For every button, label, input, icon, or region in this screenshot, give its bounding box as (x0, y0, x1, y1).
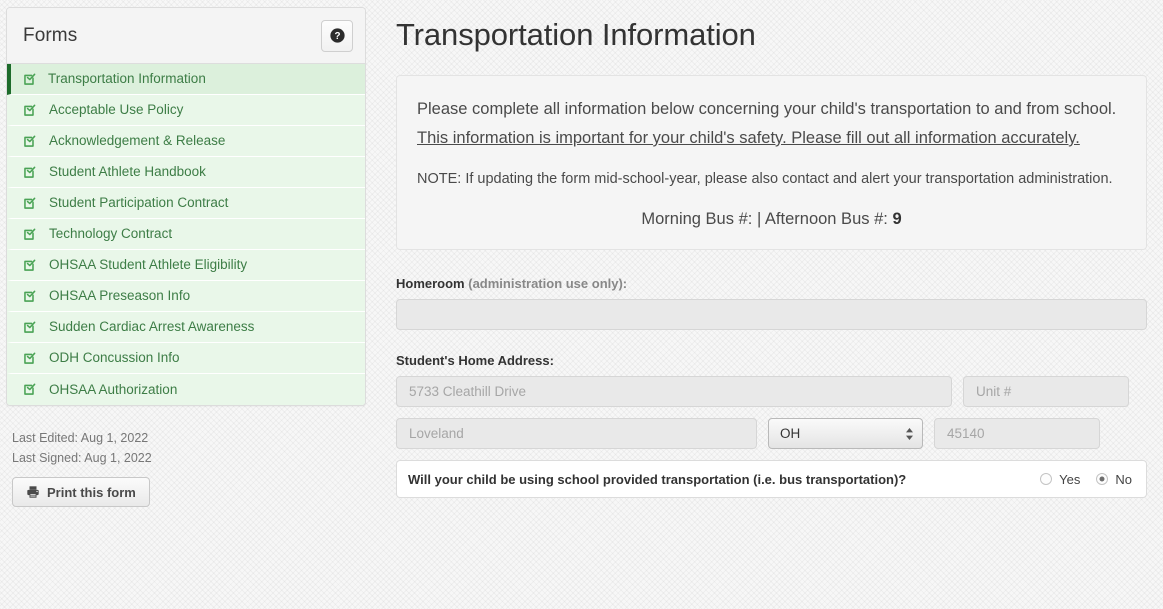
instructions-panel: Please complete all information below co… (396, 75, 1147, 250)
sidebar-item-label: Acceptable Use Policy (49, 102, 184, 118)
sidebar-item[interactable]: Acceptable Use Policy (7, 95, 365, 126)
sidebar-item-label: OHSAA Preseason Info (49, 288, 191, 304)
main-content: Transportation Information Please comple… (380, 0, 1163, 498)
radio-option-yes[interactable]: Yes (1040, 472, 1080, 487)
address-row-city-state-zip: OH (396, 418, 1147, 449)
bus-numbers-line: Morning Bus #: | Afternoon Bus #: 9 (417, 210, 1126, 229)
check-square-icon (24, 290, 36, 302)
state-select-wrapper: OH (768, 418, 923, 449)
sidebar: Forms ? Transportation Information Accept… (0, 0, 380, 507)
last-edited-text: Last Edited: Aug 1, 2022 (12, 431, 149, 445)
check-square-icon (24, 352, 36, 364)
instructions-lead-text: Please complete all information below co… (417, 100, 1117, 118)
check-square-icon (24, 259, 36, 271)
street-address-input[interactable] (396, 376, 952, 407)
check-square-icon (24, 166, 36, 178)
transportation-radio-group: Yes No (1040, 472, 1132, 487)
check-square-icon (24, 197, 36, 209)
sidebar-item[interactable]: Transportation Information (7, 64, 365, 95)
sidebar-item[interactable]: Sudden Cardiac Arrest Awareness (7, 312, 365, 343)
homeroom-input[interactable] (396, 299, 1147, 330)
zip-code-input[interactable] (934, 418, 1100, 449)
afternoon-bus-value: 9 (892, 210, 902, 228)
sidebar-item[interactable]: OHSAA Preseason Info (7, 281, 365, 312)
sidebar-item[interactable]: ODH Concussion Info (7, 343, 365, 374)
help-button[interactable]: ? (321, 19, 353, 52)
instructions-emphasis-text: This information is important for your c… (417, 129, 1080, 147)
sidebar-item[interactable]: Student Athlete Handbook (7, 157, 365, 188)
forms-panel-title: Forms (23, 24, 78, 46)
sidebar-item-label: Student Participation Contract (49, 195, 229, 211)
sidebar-item[interactable]: OHSAA Student Athlete Eligibility (7, 250, 365, 281)
last-signed-text: Last Signed: Aug 1, 2022 (12, 451, 152, 465)
sidebar-item-label: Acknowledgement & Release (49, 133, 226, 149)
city-input[interactable] (396, 418, 757, 449)
homeroom-label-muted: (administration use only): (464, 276, 628, 291)
radio-option-no[interactable]: No (1096, 472, 1132, 487)
radio-label: Yes (1059, 471, 1081, 487)
check-square-icon (24, 73, 36, 85)
instructions-paragraph: Please complete all information below co… (417, 95, 1126, 153)
address-label: Student's Home Address: (396, 353, 554, 368)
svg-text:?: ? (334, 31, 340, 42)
state-select[interactable]: OH (768, 418, 923, 449)
afternoon-bus-label: Afternoon Bus #: (764, 210, 888, 228)
radio-indicator[interactable] (1040, 473, 1053, 485)
sidebar-item[interactable]: OHSAA Authorization (7, 374, 365, 405)
address-field-group: Student's Home Address: OH (396, 353, 1147, 449)
print-form-label: Print this form (47, 484, 136, 500)
form-meta: Last Edited: Aug 1, 2022 Last Signed: Au… (6, 406, 380, 507)
forms-panel-header: Forms ? (7, 8, 365, 64)
page-title: Transportation Information (396, 17, 756, 52)
transportation-question-row: Will your child be using school provided… (396, 460, 1147, 498)
sidebar-item-label: Transportation Information (48, 71, 206, 87)
homeroom-field-group: Homeroom (administration use only): (396, 276, 1147, 330)
homeroom-label: Homeroom (administration use only): (396, 276, 1147, 291)
printer-icon (27, 486, 39, 498)
check-square-icon (24, 228, 36, 240)
sidebar-item-label: Technology Contract (49, 226, 173, 242)
homeroom-label-strong: Homeroom (396, 276, 465, 291)
app-root: Forms ? Transportation Information Accept… (0, 0, 1163, 609)
radio-label: No (1115, 471, 1132, 487)
sidebar-item-label: OHSAA Student Athlete Eligibility (49, 257, 248, 273)
transportation-question-text: Will your child be using school provided… (408, 471, 907, 487)
bus-separator: | (756, 210, 762, 228)
forms-list: Transportation Information Acceptable Use… (7, 64, 365, 405)
check-square-icon (24, 321, 36, 333)
instructions-note: NOTE: If updating the form mid-school-ye… (417, 171, 1113, 187)
check-square-icon (24, 383, 36, 395)
sidebar-item-label: Student Athlete Handbook (49, 164, 206, 180)
print-form-button[interactable]: Print this form (12, 477, 150, 507)
sidebar-item-label: ODH Concussion Info (49, 350, 180, 366)
radio-indicator[interactable] (1096, 473, 1109, 485)
sidebar-item[interactable]: Acknowledgement & Release (7, 126, 365, 157)
check-square-icon (24, 135, 36, 147)
sidebar-item-label: OHSAA Authorization (49, 381, 178, 397)
morning-bus-label: Morning Bus #: (641, 210, 753, 228)
sidebar-item[interactable]: Technology Contract (7, 219, 365, 250)
sidebar-item-label: Sudden Cardiac Arrest Awareness (49, 319, 255, 335)
address-row-street (396, 376, 1147, 407)
unit-number-input[interactable] (963, 376, 1129, 407)
question-circle-icon: ? (329, 28, 345, 43)
sidebar-item[interactable]: Student Participation Contract (7, 188, 365, 219)
forms-panel: Forms ? Transportation Information Accept… (6, 7, 366, 406)
check-square-icon (24, 104, 36, 116)
